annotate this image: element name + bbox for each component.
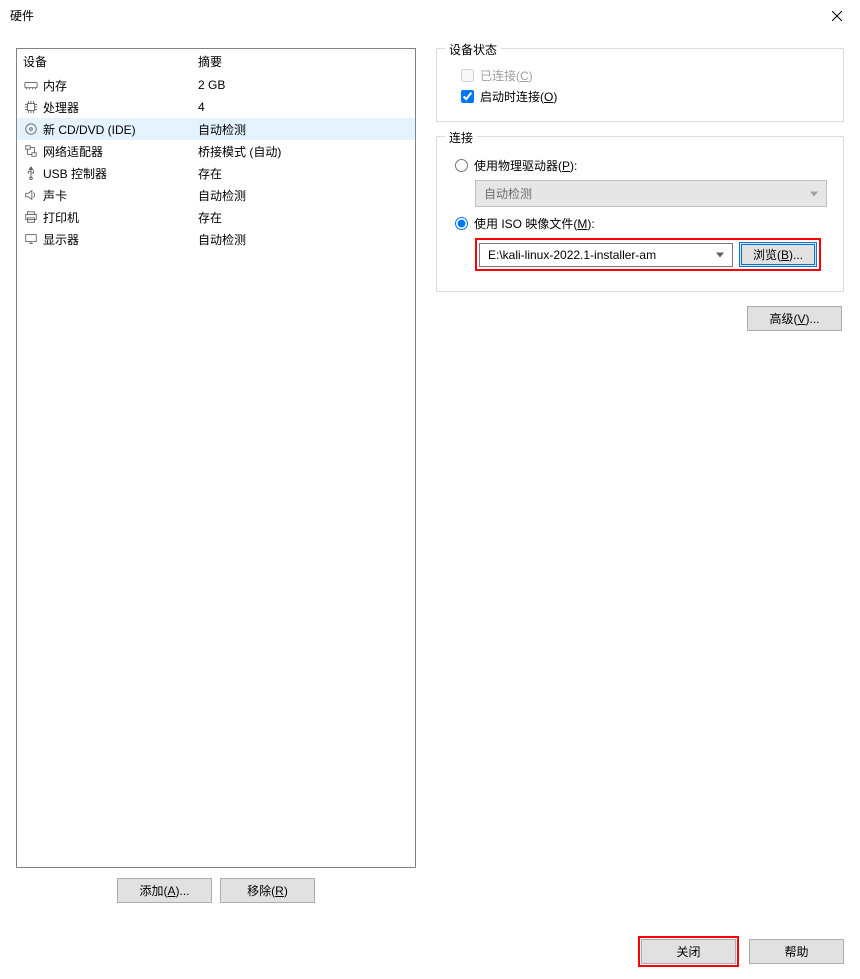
add-button[interactable]: 添加(A)... bbox=[117, 878, 212, 903]
titlebar: 硬件 bbox=[0, 0, 860, 32]
printer-icon bbox=[23, 209, 39, 225]
physical-drive-combo: 自动检测 bbox=[475, 180, 827, 207]
help-button[interactable]: 帮助 bbox=[749, 939, 844, 964]
device-list[interactable]: 设备 摘要 内存2 GB处理器4新 CD/DVD (IDE)自动检测网络适配器桥… bbox=[16, 48, 416, 868]
device-row[interactable]: 声卡自动检测 bbox=[17, 184, 415, 206]
usb-icon bbox=[23, 165, 39, 181]
sound-icon bbox=[23, 187, 39, 203]
remove-button[interactable]: 移除(R) bbox=[220, 878, 315, 903]
startup-connect-checkbox[interactable] bbox=[461, 90, 474, 103]
connected-checkbox bbox=[461, 69, 474, 82]
iso-radio[interactable] bbox=[455, 217, 468, 230]
window-title: 硬件 bbox=[10, 7, 814, 24]
advanced-button[interactable]: 高级(V)... bbox=[747, 306, 842, 331]
device-row[interactable]: 显示器自动检测 bbox=[17, 228, 415, 250]
device-name: 新 CD/DVD (IDE) bbox=[43, 121, 198, 138]
iso-highlight-box: E:\kali-linux-2022.1-installer-am 浏览(B).… bbox=[475, 238, 821, 271]
connection-group: 连接 使用物理驱动器(P): 自动检测 使用 ISO 映像文件(M): E:\k… bbox=[436, 136, 844, 292]
device-summary: 存在 bbox=[198, 209, 409, 226]
cpu-icon bbox=[23, 99, 39, 115]
device-name: 网络适配器 bbox=[43, 143, 198, 160]
iso-path-combo[interactable]: E:\kali-linux-2022.1-installer-am bbox=[479, 243, 733, 267]
window-close-button[interactable] bbox=[814, 0, 860, 32]
device-row[interactable]: 内存2 GB bbox=[17, 74, 415, 96]
device-summary: 存在 bbox=[198, 165, 409, 182]
disc-icon bbox=[23, 121, 39, 137]
device-name: USB 控制器 bbox=[43, 165, 198, 182]
device-summary: 自动检测 bbox=[198, 187, 409, 204]
iso-radio-row[interactable]: 使用 ISO 映像文件(M): bbox=[455, 215, 831, 232]
close-icon bbox=[832, 11, 842, 21]
device-summary: 自动检测 bbox=[198, 121, 409, 138]
device-row[interactable]: 网络适配器桥接模式 (自动) bbox=[17, 140, 415, 162]
device-name: 显示器 bbox=[43, 231, 198, 248]
device-summary: 桥接模式 (自动) bbox=[198, 143, 409, 160]
connection-title: 连接 bbox=[445, 129, 477, 146]
device-row[interactable]: 打印机存在 bbox=[17, 206, 415, 228]
device-name: 内存 bbox=[43, 77, 198, 94]
device-row[interactable]: USB 控制器存在 bbox=[17, 162, 415, 184]
close-button-highlight: 关闭 bbox=[638, 936, 739, 967]
col-header-device: 设备 bbox=[23, 53, 198, 70]
connected-checkbox-row: 已连接(C) bbox=[461, 67, 831, 84]
startup-connect-checkbox-row[interactable]: 启动时连接(O) bbox=[461, 88, 831, 105]
display-icon bbox=[23, 231, 39, 247]
device-summary: 2 GB bbox=[198, 78, 409, 92]
device-name: 声卡 bbox=[43, 187, 198, 204]
close-button[interactable]: 关闭 bbox=[641, 939, 736, 964]
device-summary: 自动检测 bbox=[198, 231, 409, 248]
device-row[interactable]: 处理器4 bbox=[17, 96, 415, 118]
device-name: 打印机 bbox=[43, 209, 198, 226]
device-status-group: 设备状态 已连接(C) 启动时连接(O) bbox=[436, 48, 844, 122]
col-header-summary: 摘要 bbox=[198, 53, 409, 70]
physical-drive-radio[interactable] bbox=[455, 159, 468, 172]
physical-drive-radio-row[interactable]: 使用物理驱动器(P): bbox=[455, 157, 831, 174]
network-icon bbox=[23, 143, 39, 159]
device-status-title: 设备状态 bbox=[445, 41, 501, 58]
memory-icon bbox=[23, 77, 39, 93]
device-list-header: 设备 摘要 bbox=[17, 49, 415, 74]
device-name: 处理器 bbox=[43, 99, 198, 116]
device-summary: 4 bbox=[198, 100, 409, 114]
device-row[interactable]: 新 CD/DVD (IDE)自动检测 bbox=[17, 118, 415, 140]
browse-button[interactable]: 浏览(B)... bbox=[739, 242, 817, 267]
